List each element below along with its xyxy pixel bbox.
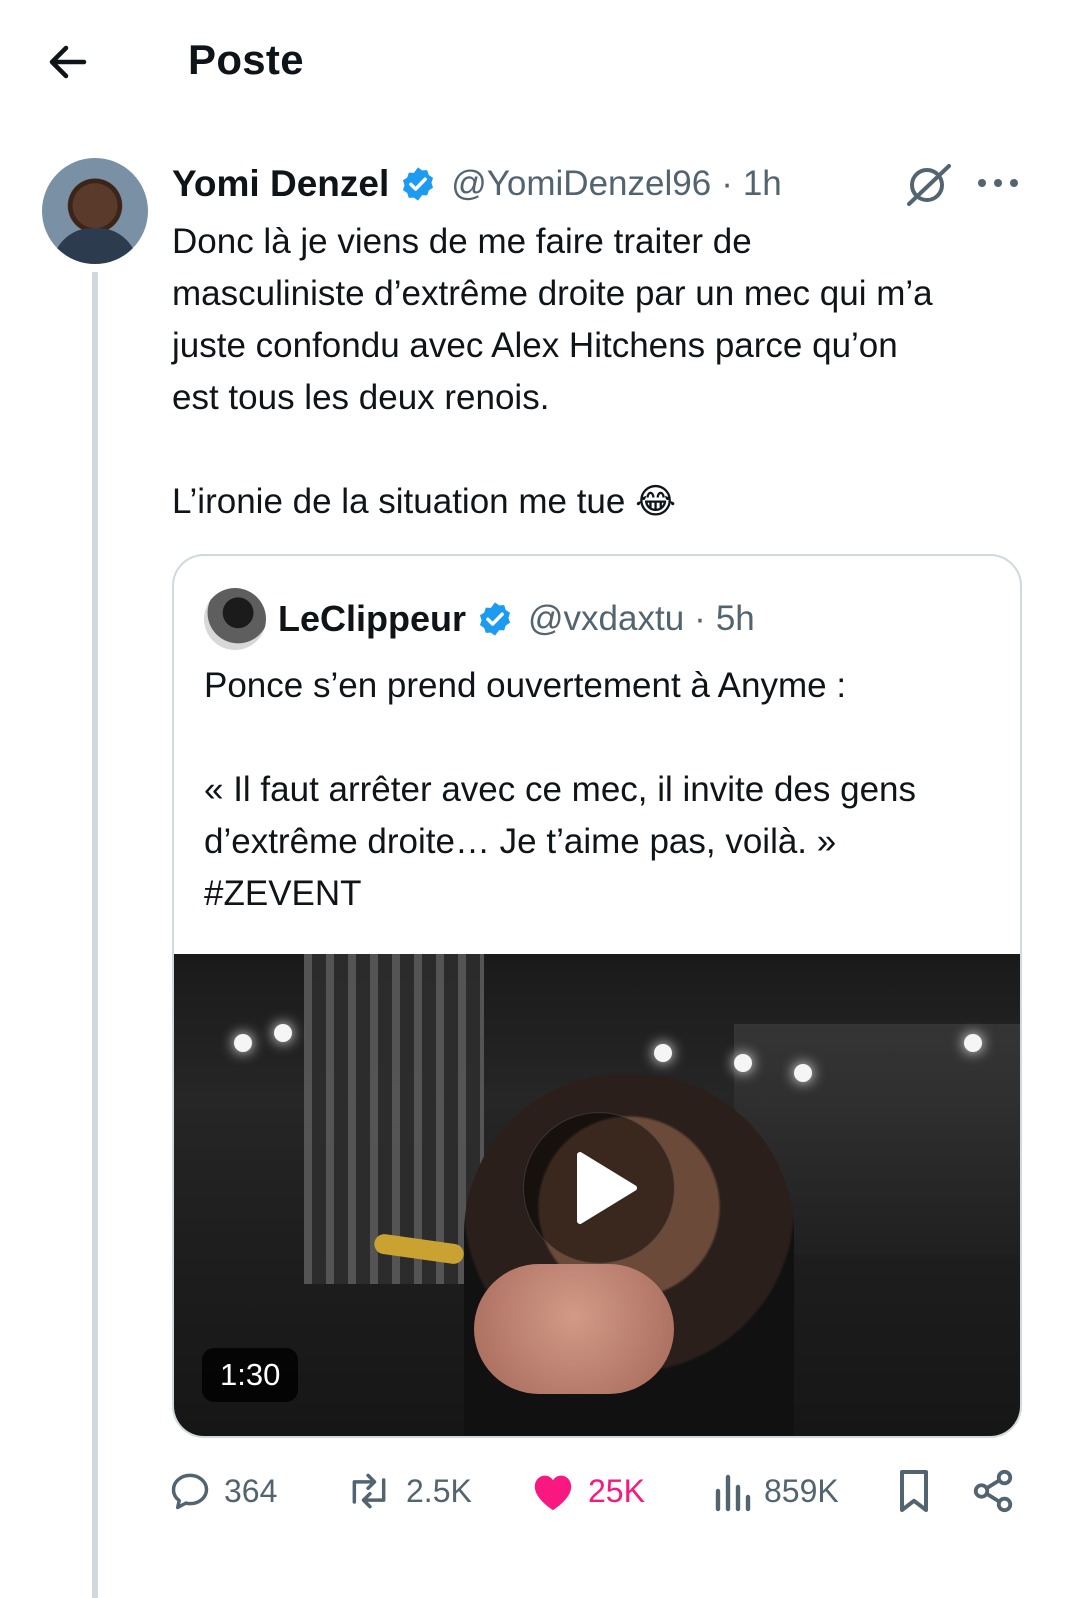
views-count: 859K: [764, 1472, 839, 1509]
post-time[interactable]: 1h: [743, 164, 782, 204]
share-icon: [973, 1469, 1013, 1513]
meta-separator: ·: [721, 164, 733, 203]
quoted-tweet[interactable]: LeClippeur @vxdaxtu · 5h Ponce s’en pren…: [172, 554, 1022, 1438]
video-duration: 1:30: [202, 1348, 299, 1402]
like-count: 25K: [588, 1472, 645, 1509]
play-icon: [577, 1152, 637, 1224]
tweet-text: Donc là je viens de me faire traiter de …: [172, 222, 933, 521]
reply-count: 364: [224, 1472, 278, 1509]
author-avatar[interactable]: [42, 158, 148, 264]
back-arrow-icon: [49, 45, 87, 79]
quote-time: 5h: [715, 599, 755, 638]
author-handle[interactable]: @YomiDenzel96: [451, 164, 711, 204]
share-button[interactable]: [970, 1466, 1016, 1516]
reply-icon: [171, 1473, 209, 1510]
header: Poste: [0, 0, 1080, 120]
more-options-button[interactable]: [974, 168, 1022, 198]
quote-author-handle: @vxdaxtu: [528, 599, 685, 638]
grok-icon: [907, 164, 951, 206]
like-button[interactable]: 25K: [530, 1466, 645, 1516]
quote-author-row: LeClippeur @vxdaxtu · 5h: [278, 592, 755, 646]
play-button[interactable]: [523, 1112, 675, 1264]
verified-badge-icon: [403, 167, 434, 201]
quote-author-avatar[interactable]: [204, 588, 266, 650]
verified-badge-icon: [479, 602, 511, 636]
thread-line: [92, 272, 98, 1598]
action-bar: 364 2.5K 25K 859K: [0, 1460, 1080, 1520]
views-icon: [715, 1474, 751, 1512]
author-name[interactable]: Yomi Denzel: [172, 163, 389, 205]
grok-button[interactable]: [903, 160, 955, 208]
quote-author-name: LeClippeur: [278, 598, 467, 639]
repost-button[interactable]: 2.5K: [344, 1466, 472, 1516]
bookmark-button[interactable]: [894, 1466, 934, 1516]
quote-meta-separator: ·: [694, 599, 706, 638]
views-button[interactable]: 859K: [712, 1466, 839, 1516]
more-icon: [978, 179, 1018, 187]
reply-button[interactable]: 364: [168, 1466, 277, 1516]
back-button[interactable]: [44, 38, 92, 86]
bookmark-icon: [900, 1470, 928, 1512]
heart-icon: [534, 1475, 572, 1511]
repost-icon: [352, 1473, 386, 1509]
quote-text: Ponce s’en prend ouvertement à Anyme : «…: [204, 666, 916, 913]
repost-count: 2.5K: [406, 1472, 472, 1509]
video-player[interactable]: 1:30: [174, 954, 1020, 1436]
page-title: Poste: [188, 36, 304, 83]
author-row: Yomi Denzel @YomiDenzel96 · 1h: [172, 160, 782, 208]
